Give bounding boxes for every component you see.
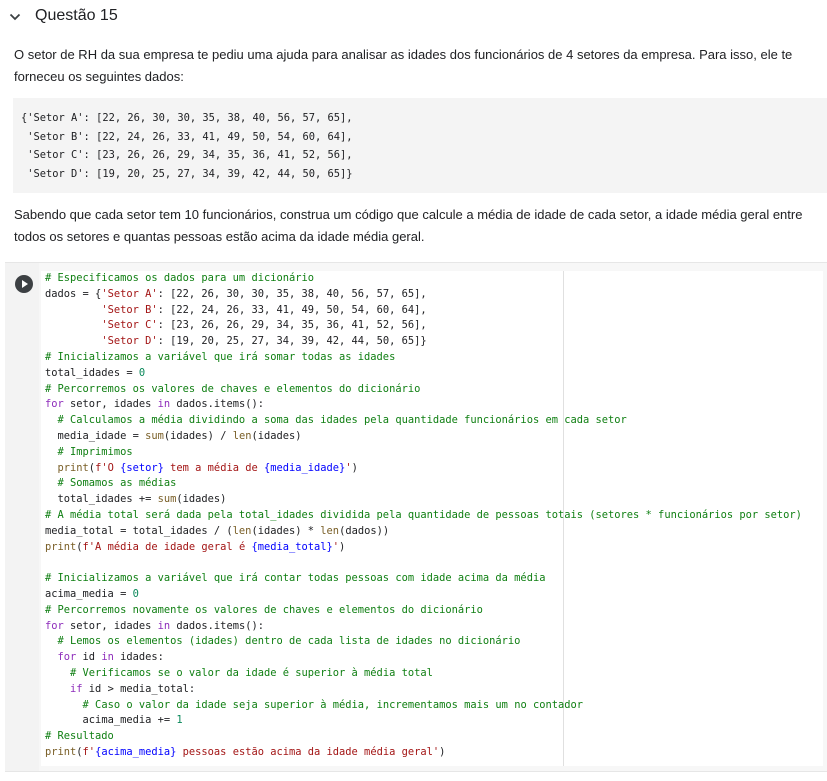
code-text: # Especificamos os dados para um dicioná… (45, 272, 802, 758)
task-paragraph: Sabendo que cada setor tem 10 funcionári… (14, 207, 803, 244)
data-line: 'Setor C': [23, 26, 26, 29, 34, 35, 36, … (21, 149, 353, 161)
code-cell[interactable]: # Especificamos os dados para um dicioná… (5, 262, 827, 772)
data-line: 'Setor D': [19, 20, 25, 27, 34, 39, 42, … (21, 167, 353, 180)
chevron-down-icon[interactable] (8, 10, 22, 24)
play-icon (22, 280, 28, 288)
run-cell-button[interactable] (15, 275, 33, 293)
data-line: {'Setor A': [22, 26, 30, 30, 35, 38, 40,… (21, 112, 353, 124)
intro-paragraph: O setor de RH da sua empresa te pediu um… (14, 47, 793, 84)
section-header[interactable]: Questão 15 (0, 0, 827, 34)
data-code-block: {'Setor A': [22, 26, 30, 30, 35, 38, 40,… (13, 98, 827, 193)
data-line: 'Setor B': [22, 24, 26, 33, 41, 49, 50, … (21, 130, 353, 143)
code-editor[interactable]: # Especificamos os dados para um dicioná… (41, 271, 823, 766)
cell-gutter (5, 263, 39, 771)
section-title: Questão 15 (35, 7, 118, 24)
